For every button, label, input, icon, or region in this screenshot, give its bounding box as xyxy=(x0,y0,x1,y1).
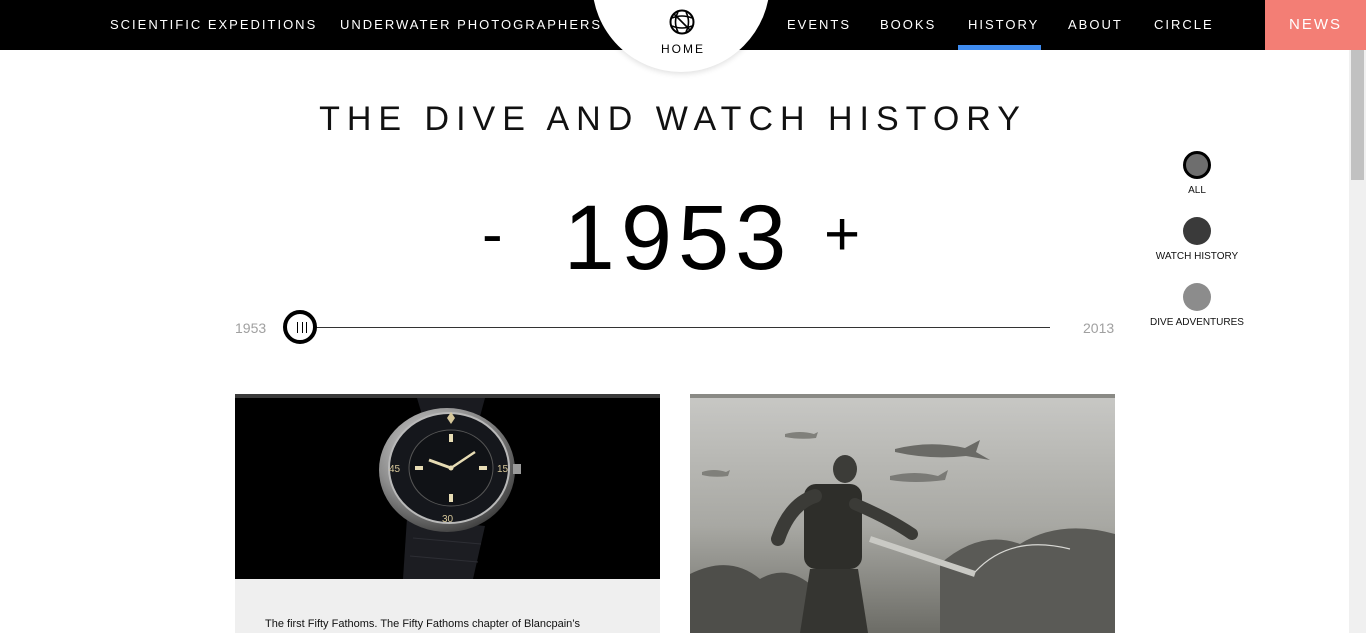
watch-image[interactable]: 45 15 30 xyxy=(235,398,660,579)
filter-all-label: ALL xyxy=(1188,185,1206,196)
fifty-fathoms-watch-illustration: 45 15 30 xyxy=(379,398,521,579)
nav-link-history[interactable]: HISTORY xyxy=(968,0,1039,50)
svg-text:15: 15 xyxy=(497,464,509,475)
home-label[interactable]: HOME xyxy=(640,42,726,56)
year-increment-button[interactable]: + xyxy=(824,200,860,270)
filter-all[interactable]: ALL xyxy=(1137,151,1257,196)
filter-dive-adventures-dot[interactable] xyxy=(1183,283,1211,311)
diver-photo xyxy=(690,432,1115,633)
nav-link-events[interactable]: EVENTS xyxy=(787,0,851,50)
nav-link-circle[interactable]: CIRCLE xyxy=(1154,0,1214,50)
nav-link-underwater-photographers[interactable]: UNDERWATER PHOTOGRAPHERS xyxy=(340,0,602,50)
dive-adventure-card[interactable] xyxy=(690,394,1115,633)
nav-link-scientific-expeditions[interactable]: SCIENTIFIC EXPEDITIONS xyxy=(110,0,317,50)
active-nav-indicator xyxy=(958,45,1041,50)
timeline-track[interactable] xyxy=(300,327,1050,328)
filter-watch-history-label: WATCH HISTORY xyxy=(1155,251,1239,262)
filter-dive-adventures[interactable]: DIVE ADVENTURES xyxy=(1137,283,1257,328)
filter-dive-adventures-label: DIVE ADVENTURES xyxy=(1150,317,1244,328)
filter-watch-history-dot[interactable] xyxy=(1183,217,1211,245)
watch-history-card[interactable]: 45 15 30 The first Fifty Fathoms. The Fi… xyxy=(235,394,660,633)
card-top-strip xyxy=(690,394,1115,398)
timeline-min-label: 1953 xyxy=(235,320,267,336)
year-decrement-button[interactable]: - xyxy=(482,200,503,270)
scrollbar-thumb[interactable] xyxy=(1351,50,1364,180)
filter-all-dot[interactable] xyxy=(1183,151,1211,179)
nav-link-books[interactable]: BOOKS xyxy=(880,0,936,50)
news-button[interactable]: NEWS xyxy=(1265,0,1366,50)
timeline-max-label: 2013 xyxy=(1083,320,1115,336)
timeline-handle[interactable] xyxy=(283,310,317,344)
svg-text:45: 45 xyxy=(389,464,401,475)
grip-icon xyxy=(297,322,307,333)
svg-text:30: 30 xyxy=(442,514,454,525)
page-title: THE DIVE AND WATCH HISTORY xyxy=(319,100,1027,138)
nav-link-about[interactable]: ABOUT xyxy=(1068,0,1123,50)
globe-icon[interactable] xyxy=(669,9,695,35)
selected-year: 1953 xyxy=(563,187,793,289)
watch-card-description: The first Fifty Fathoms. The Fifty Fatho… xyxy=(265,618,581,630)
filter-watch-history[interactable]: WATCH HISTORY xyxy=(1137,217,1257,262)
